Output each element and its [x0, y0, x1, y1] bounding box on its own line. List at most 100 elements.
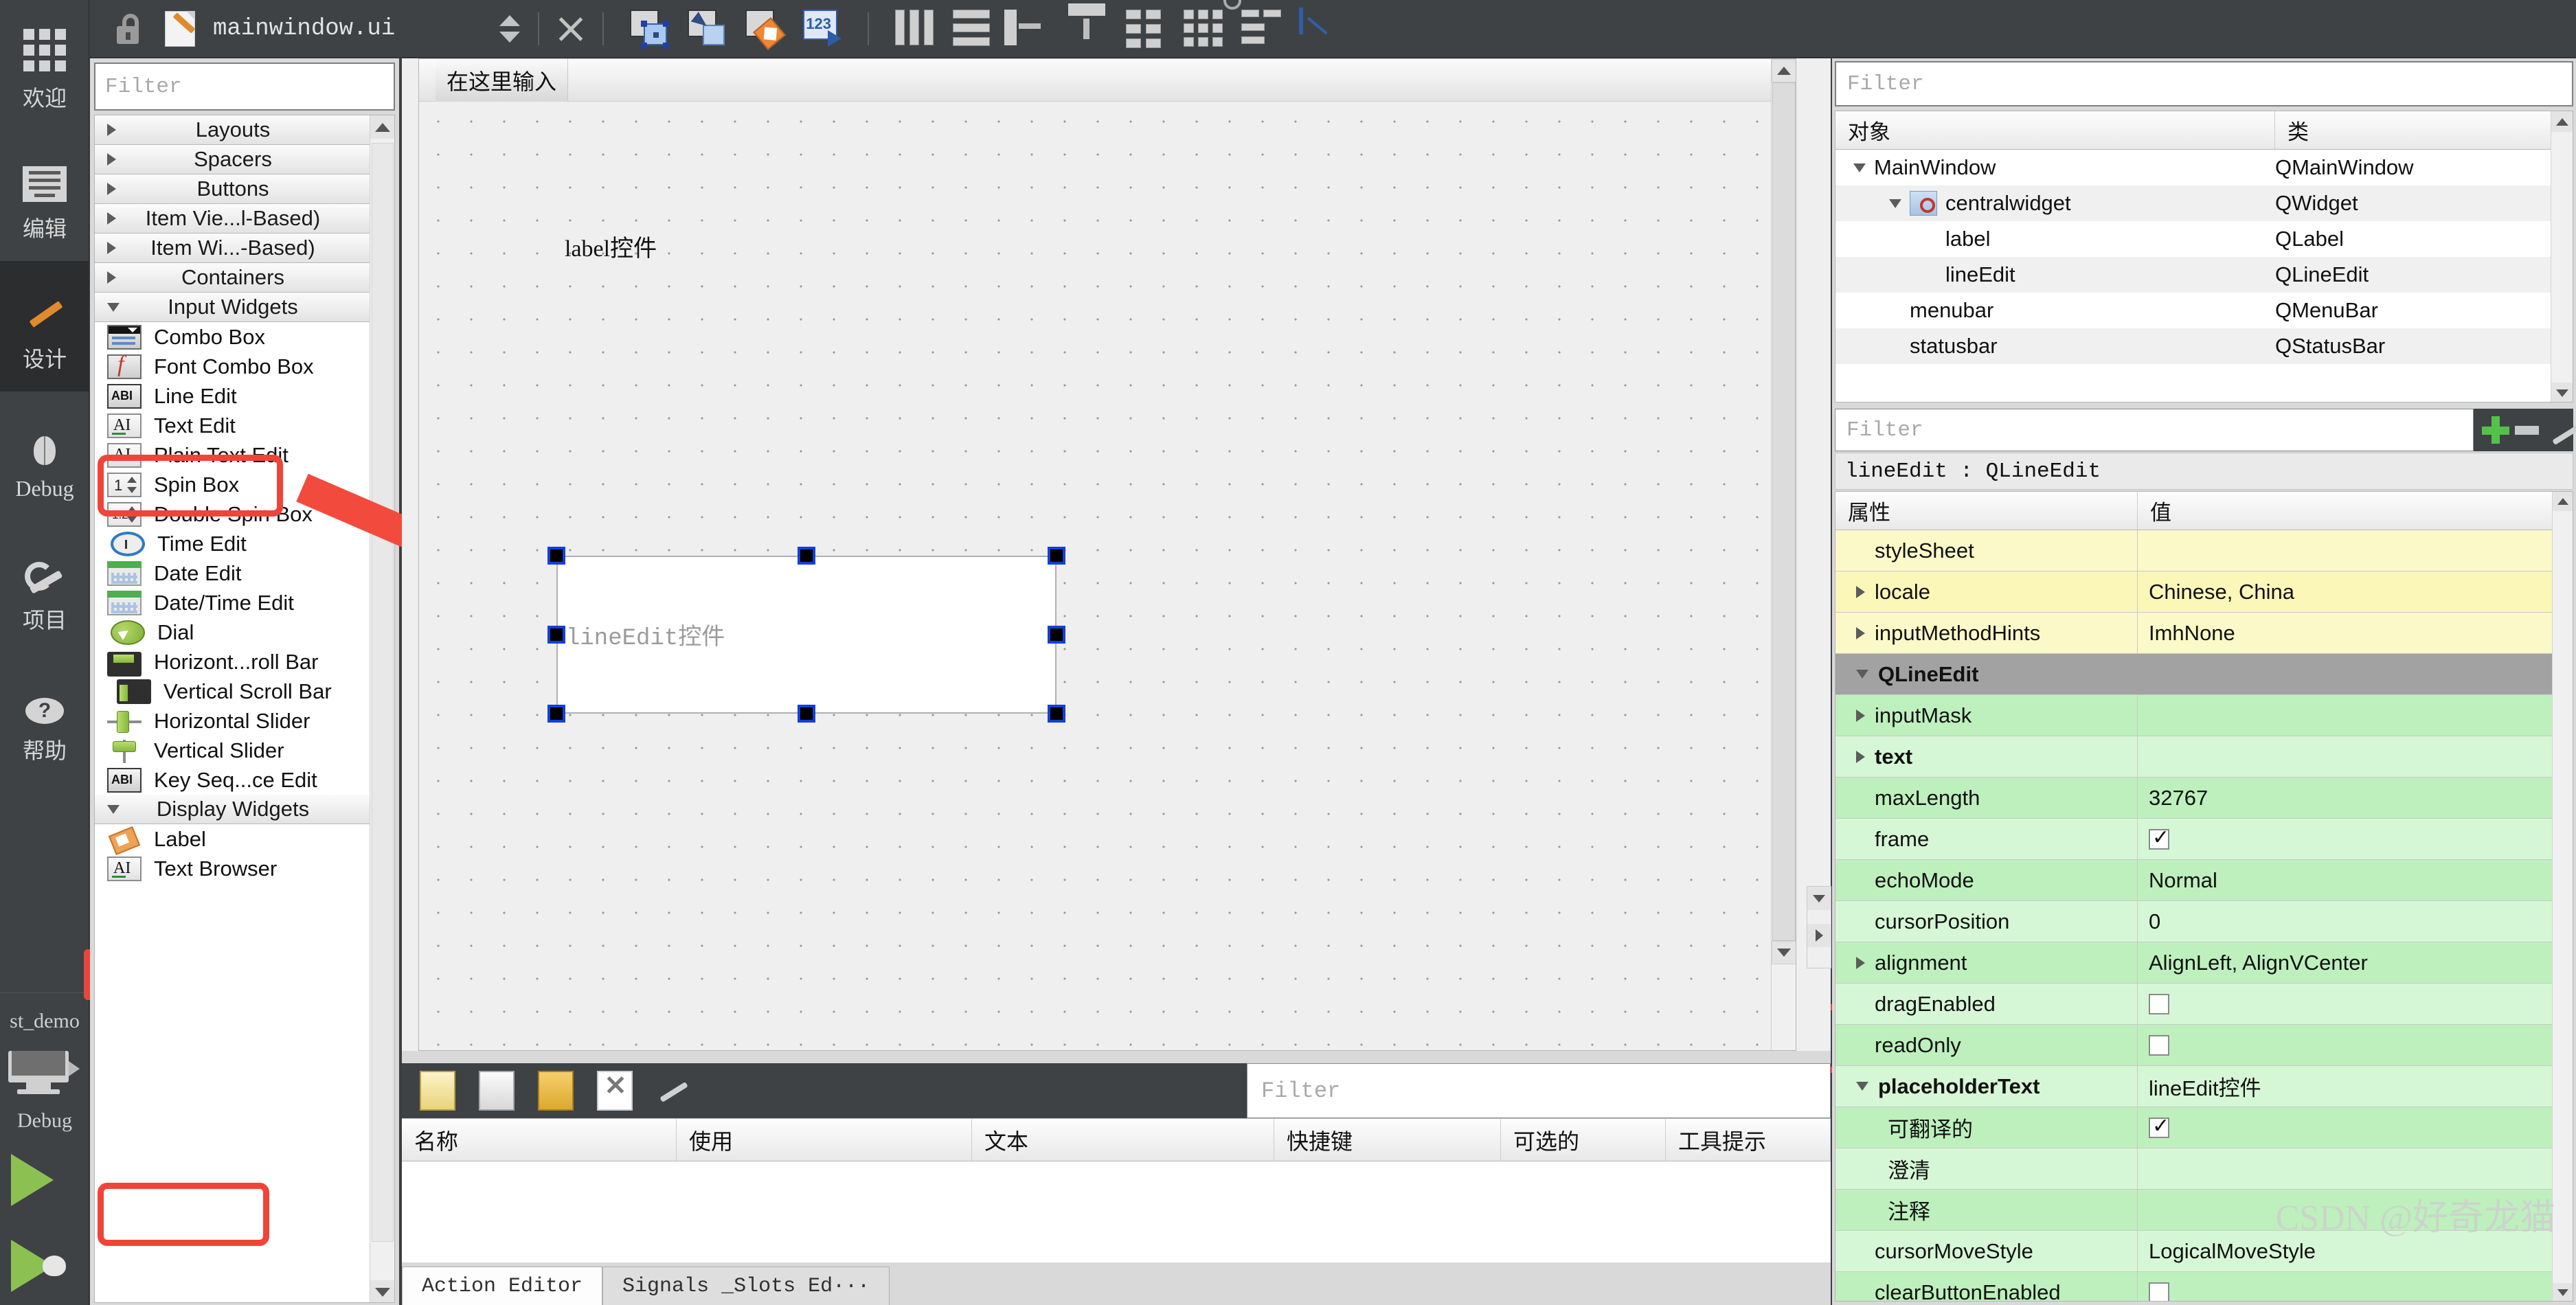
- scroll-down-icon[interactable]: [2553, 1283, 2573, 1301]
- chevron-down-icon[interactable]: [1856, 670, 1868, 679]
- column-header-4[interactable]: 快捷键: [1274, 1119, 1501, 1161]
- mode-projects[interactable]: 项目: [0, 522, 89, 652]
- property-row[interactable]: maxLength 32767: [1835, 778, 2573, 819]
- property-row[interactable]: 澄清: [1835, 1148, 2573, 1190]
- column-header-6[interactable]: 工具提示: [1666, 1119, 1831, 1161]
- column-header-2[interactable]: 使用: [677, 1119, 972, 1161]
- property-value-cell[interactable]: ImhNone: [2138, 613, 2573, 653]
- resize-handle-n[interactable]: [798, 547, 815, 565]
- property-row[interactable]: placeholderText lineEdit控件: [1835, 1066, 2573, 1107]
- checkbox[interactable]: [2149, 993, 2169, 1014]
- edit-buddies-icon[interactable]: [745, 9, 787, 50]
- chevron-down-icon[interactable]: [1853, 163, 1866, 172]
- canvas-vertical-scrollbar[interactable]: [1771, 59, 1796, 1050]
- widget-item-line-edit[interactable]: Line Edit: [95, 381, 371, 411]
- property-row[interactable]: dragEnabled: [1835, 984, 2573, 1025]
- property-row[interactable]: alignment AlignLeft, AlignVCenter: [1835, 942, 2573, 984]
- column-header-1[interactable]: 名称: [402, 1119, 677, 1161]
- object-inspector-row[interactable]: label QLabel: [1835, 221, 2573, 257]
- property-value-cell[interactable]: 32767: [2138, 778, 2573, 818]
- property-value-cell[interactable]: AlignLeft, AlignVCenter: [2138, 942, 2573, 983]
- menubar-type-here[interactable]: 在这里输入: [436, 59, 569, 102]
- chevron-right-icon[interactable]: [1856, 709, 1865, 722]
- property-row[interactable]: inputMask: [1835, 695, 2573, 736]
- column-header-class[interactable]: 类: [2275, 111, 2309, 149]
- property-row[interactable]: locale Chinese, China: [1835, 571, 2573, 613]
- widget-item-double-spin-box[interactable]: Double Spin Box: [95, 499, 371, 529]
- layout-grid-icon[interactable]: [1126, 9, 1164, 48]
- mode-design[interactable]: 设计: [0, 261, 89, 392]
- run-button[interactable]: [11, 1154, 54, 1206]
- unlock-icon[interactable]: [114, 13, 142, 44]
- mode-edit[interactable]: 编辑: [0, 130, 89, 261]
- resize-handle-se[interactable]: [1048, 705, 1065, 723]
- layout-form-icon[interactable]: [1184, 9, 1223, 48]
- widget-box-scrollbar[interactable]: [370, 115, 394, 1302]
- object-inspector-scrollbar[interactable]: [2551, 111, 2573, 402]
- chevron-down-icon[interactable]: [1856, 1082, 1868, 1091]
- widget-item-plain-text-edit[interactable]: Plain Text Edit: [95, 440, 371, 470]
- widget-item-horizontal-slider[interactable]: Horizontal Slider: [95, 706, 371, 736]
- copy-action-icon[interactable]: [479, 1071, 515, 1111]
- property-value-cell[interactable]: [2138, 654, 2573, 694]
- layout-horizontally-icon[interactable]: [895, 9, 934, 48]
- scroll-up-icon[interactable]: [2551, 111, 2573, 132]
- chevron-right-icon[interactable]: [1856, 750, 1865, 763]
- property-row[interactable]: 可翻译的: [1835, 1107, 2573, 1148]
- object-inspector-row[interactable]: statusbar QStatusBar: [1835, 328, 2573, 364]
- widget-item-text-browser[interactable]: Text Browser: [95, 854, 371, 883]
- open-file-title[interactable]: mainwindow.ui: [213, 16, 395, 42]
- object-inspector-filter-input[interactable]: Filter: [1835, 61, 2573, 106]
- break-layout-icon[interactable]: [1223, 0, 1282, 48]
- widget-group-input-widgets[interactable]: Input Widgets: [95, 293, 371, 322]
- property-row[interactable]: clearButtonEnabled: [1835, 1272, 2573, 1301]
- chevron-right-icon[interactable]: [1856, 585, 1865, 598]
- widget-item-horizont-roll-bar[interactable]: Horizont...roll Bar: [95, 647, 371, 677]
- widget-group-item-vie-l-based[interactable]: Item Vie...l-Based): [95, 204, 371, 234]
- resize-handle-e[interactable]: [1048, 626, 1065, 644]
- widget-item-text-edit[interactable]: Text Edit: [95, 411, 371, 440]
- property-row[interactable]: readOnly: [1835, 1025, 2573, 1066]
- widget-group-spacers[interactable]: Spacers: [95, 145, 371, 174]
- mode-help[interactable]: ? 帮助: [0, 652, 89, 783]
- property-row[interactable]: text: [1835, 736, 2573, 778]
- property-row[interactable]: 注释: [1835, 1190, 2573, 1231]
- chevron-right-icon[interactable]: [1856, 626, 1865, 639]
- kit-selector-label[interactable]: st_demo: [0, 1010, 89, 1033]
- widget-item-vertical-slider[interactable]: Vertical Slider: [95, 736, 371, 765]
- scroll-down-icon[interactable]: [2551, 383, 2573, 402]
- widget-item-combo-box[interactable]: Combo Box: [95, 322, 371, 352]
- widget-group-buttons[interactable]: Buttons: [95, 174, 371, 204]
- scroll-up-icon[interactable]: [370, 115, 394, 139]
- layout-splitter-vertical-icon[interactable]: [1068, 3, 1107, 48]
- column-header-5[interactable]: 可选的: [1501, 1119, 1666, 1161]
- form-canvas[interactable]: 在这里输入 label控件 lineEdit控件: [418, 58, 1796, 1051]
- scrollbar-thumb[interactable]: [372, 143, 394, 1242]
- property-value-cell[interactable]: [2138, 1025, 2573, 1065]
- object-inspector-row[interactable]: lineEdit QLineEdit: [1835, 257, 2573, 293]
- property-row[interactable]: frame: [1835, 819, 2573, 860]
- property-row[interactable]: inputMethodHints ImhNone: [1835, 613, 2573, 654]
- checkbox[interactable]: [2149, 1034, 2169, 1056]
- edit-tab-order-icon[interactable]: 123: [803, 9, 842, 48]
- chevron-down-icon[interactable]: [1889, 198, 1901, 208]
- minus-icon[interactable]: [2515, 425, 2539, 435]
- widget-item-label[interactable]: Label: [95, 824, 371, 854]
- tab-signals-slots-editor[interactable]: Signals _Slots Ed···: [602, 1267, 890, 1305]
- edit-widgets-icon[interactable]: [630, 9, 670, 49]
- form-label-widget[interactable]: label控件: [565, 229, 657, 263]
- widget-group-containers[interactable]: Containers: [95, 263, 371, 293]
- column-header-property[interactable]: 属性: [1835, 492, 2138, 530]
- property-value-cell[interactable]: Chinese, China: [2138, 571, 2573, 612]
- edit-signals-slots-icon[interactable]: [688, 9, 726, 48]
- object-inspector-row[interactable]: centralwidget QWidget: [1835, 185, 2573, 221]
- object-inspector-table[interactable]: 对象 类 MainWindow QMainWindow centralwidget Q…: [1835, 111, 2573, 402]
- property-row[interactable]: cursorMoveStyle LogicalMoveStyle: [1835, 1231, 2573, 1272]
- chevron-right-icon[interactable]: [1856, 956, 1865, 969]
- configure-icon[interactable]: [656, 1073, 692, 1109]
- property-row[interactable]: QLineEdit: [1835, 654, 2573, 695]
- widget-item-spin-box[interactable]: Spin Box: [95, 470, 371, 499]
- mode-debug[interactable]: Debug: [0, 392, 89, 522]
- layout-splitter-horizontal-icon[interactable]: [1004, 9, 1049, 48]
- column-header-object[interactable]: 对象: [1835, 111, 2275, 149]
